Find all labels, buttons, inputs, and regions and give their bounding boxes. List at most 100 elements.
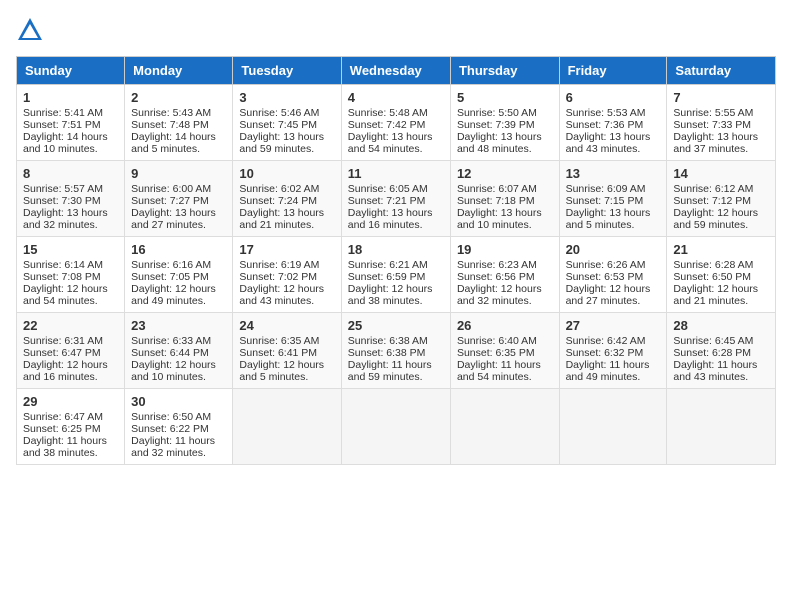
table-row [341, 389, 450, 465]
sunset-text: Sunset: 6:25 PM [23, 423, 101, 435]
daylight-text: Daylight: 12 hours and 10 minutes. [131, 359, 216, 383]
table-row: 18Sunrise: 6:21 AMSunset: 6:59 PMDayligh… [341, 237, 450, 313]
daylight-text: Daylight: 12 hours and 16 minutes. [23, 359, 108, 383]
page-header [16, 16, 776, 44]
daylight-text: Daylight: 13 hours and 37 minutes. [673, 131, 758, 155]
day-number: 7 [673, 90, 769, 105]
table-row: 29 Sunrise: 6:47 AMSunset: 6:25 PMDayligh… [17, 389, 125, 465]
sunrise-text: Sunrise: 6:50 AM [131, 411, 211, 423]
day-number: 26 [457, 318, 553, 333]
day-number: 2 [131, 90, 226, 105]
day-number: 28 [673, 318, 769, 333]
sunset-text: Sunset: 7:12 PM [673, 195, 751, 207]
col-thursday: Thursday [450, 57, 559, 85]
sunset-text: Sunset: 7:27 PM [131, 195, 209, 207]
col-tuesday: Tuesday [233, 57, 341, 85]
logo [16, 16, 46, 44]
day-number: 21 [673, 242, 769, 257]
daylight-text: Daylight: 13 hours and 21 minutes. [239, 207, 324, 231]
table-row: 12Sunrise: 6:07 AMSunset: 7:18 PMDayligh… [450, 161, 559, 237]
sunrise-text: Sunrise: 5:53 AM [566, 107, 646, 119]
table-row: 22Sunrise: 6:31 AMSunset: 6:47 PMDayligh… [17, 313, 125, 389]
sunrise-text: Sunrise: 5:43 AM [131, 107, 211, 119]
day-number: 15 [23, 242, 118, 257]
table-row: 17Sunrise: 6:19 AMSunset: 7:02 PMDayligh… [233, 237, 341, 313]
sunset-text: Sunset: 6:28 PM [673, 347, 751, 359]
daylight-text: Daylight: 13 hours and 32 minutes. [23, 207, 108, 231]
col-sunday: Sunday [17, 57, 125, 85]
sunset-text: Sunset: 7:36 PM [566, 119, 644, 131]
day-number: 29 [23, 394, 118, 409]
sunrise-text: Sunrise: 6:07 AM [457, 183, 537, 195]
sunset-text: Sunset: 7:30 PM [23, 195, 101, 207]
table-row [450, 389, 559, 465]
sunrise-text: Sunrise: 6:35 AM [239, 335, 319, 347]
col-saturday: Saturday [667, 57, 776, 85]
sunset-text: Sunset: 6:50 PM [673, 271, 751, 283]
daylight-text: Daylight: 11 hours and 38 minutes. [23, 435, 107, 459]
sunset-text: Sunset: 7:18 PM [457, 195, 535, 207]
sunset-text: Sunset: 7:15 PM [566, 195, 644, 207]
day-number: 16 [131, 242, 226, 257]
sunrise-text: Sunrise: 6:42 AM [566, 335, 646, 347]
daylight-text: Daylight: 11 hours and 54 minutes. [457, 359, 541, 383]
day-number: 13 [566, 166, 661, 181]
day-number: 12 [457, 166, 553, 181]
sunrise-text: Sunrise: 6:16 AM [131, 259, 211, 271]
table-row: 14Sunrise: 6:12 AMSunset: 7:12 PMDayligh… [667, 161, 776, 237]
day-number: 5 [457, 90, 553, 105]
table-row: 13 Sunrise: 6:09 AMSunset: 7:15 PMDayligh… [559, 161, 667, 237]
table-row: 6Sunrise: 5:53 AMSunset: 7:36 PMDaylight… [559, 85, 667, 161]
sunset-text: Sunset: 6:32 PM [566, 347, 644, 359]
sunset-text: Sunset: 7:39 PM [457, 119, 535, 131]
daylight-text: Daylight: 13 hours and 54 minutes. [348, 131, 433, 155]
sunset-text: Sunset: 7:33 PM [673, 119, 751, 131]
day-number: 6 [566, 90, 661, 105]
daylight-text: Daylight: 13 hours and 48 minutes. [457, 131, 542, 155]
daylight-text: Daylight: 13 hours and 16 minutes. [348, 207, 433, 231]
day-number: 19 [457, 242, 553, 257]
sunset-text: Sunset: 7:42 PM [348, 119, 426, 131]
daylight-text: Daylight: 12 hours and 38 minutes. [348, 283, 433, 307]
table-row: 19Sunrise: 6:23 AMSunset: 6:56 PMDayligh… [450, 237, 559, 313]
sunrise-text: Sunrise: 6:14 AM [23, 259, 103, 271]
table-row [559, 389, 667, 465]
sunset-text: Sunset: 6:38 PM [348, 347, 426, 359]
sunrise-text: Sunrise: 6:19 AM [239, 259, 319, 271]
daylight-text: Daylight: 11 hours and 32 minutes. [131, 435, 215, 459]
table-row: 9Sunrise: 6:00 AMSunset: 7:27 PMDaylight… [125, 161, 233, 237]
table-row: 20Sunrise: 6:26 AMSunset: 6:53 PMDayligh… [559, 237, 667, 313]
table-row: 10Sunrise: 6:02 AMSunset: 7:24 PMDayligh… [233, 161, 341, 237]
sunrise-text: Sunrise: 6:09 AM [566, 183, 646, 195]
day-number: 22 [23, 318, 118, 333]
sunset-text: Sunset: 6:22 PM [131, 423, 209, 435]
table-row: 16Sunrise: 6:16 AMSunset: 7:05 PMDayligh… [125, 237, 233, 313]
daylight-text: Daylight: 13 hours and 59 minutes. [239, 131, 324, 155]
table-row: 4Sunrise: 5:48 AMSunset: 7:42 PMDaylight… [341, 85, 450, 161]
sunset-text: Sunset: 7:45 PM [239, 119, 317, 131]
daylight-text: Daylight: 12 hours and 21 minutes. [673, 283, 758, 307]
col-friday: Friday [559, 57, 667, 85]
sunrise-text: Sunrise: 6:00 AM [131, 183, 211, 195]
sunset-text: Sunset: 6:56 PM [457, 271, 535, 283]
daylight-text: Daylight: 12 hours and 27 minutes. [566, 283, 651, 307]
day-number: 4 [348, 90, 444, 105]
day-number: 1 [23, 90, 118, 105]
day-number: 10 [239, 166, 334, 181]
sunrise-text: Sunrise: 6:12 AM [673, 183, 753, 195]
sunrise-text: Sunrise: 6:26 AM [566, 259, 646, 271]
col-wednesday: Wednesday [341, 57, 450, 85]
table-row: 25Sunrise: 6:38 AMSunset: 6:38 PMDayligh… [341, 313, 450, 389]
col-monday: Monday [125, 57, 233, 85]
sunset-text: Sunset: 7:24 PM [239, 195, 317, 207]
daylight-text: Daylight: 13 hours and 27 minutes. [131, 207, 216, 231]
sunrise-text: Sunrise: 6:38 AM [348, 335, 428, 347]
table-row: 2Sunrise: 5:43 AMSunset: 7:48 PMDaylight… [125, 85, 233, 161]
day-number: 20 [566, 242, 661, 257]
daylight-text: Daylight: 13 hours and 5 minutes. [566, 207, 651, 231]
table-row: 26Sunrise: 6:40 AMSunset: 6:35 PMDayligh… [450, 313, 559, 389]
table-row: 1Sunrise: 5:41 AMSunset: 7:51 PMDaylight… [17, 85, 125, 161]
sunrise-text: Sunrise: 6:47 AM [23, 411, 103, 423]
table-row: 15Sunrise: 6:14 AMSunset: 7:08 PMDayligh… [17, 237, 125, 313]
table-row: 3Sunrise: 5:46 AMSunset: 7:45 PMDaylight… [233, 85, 341, 161]
